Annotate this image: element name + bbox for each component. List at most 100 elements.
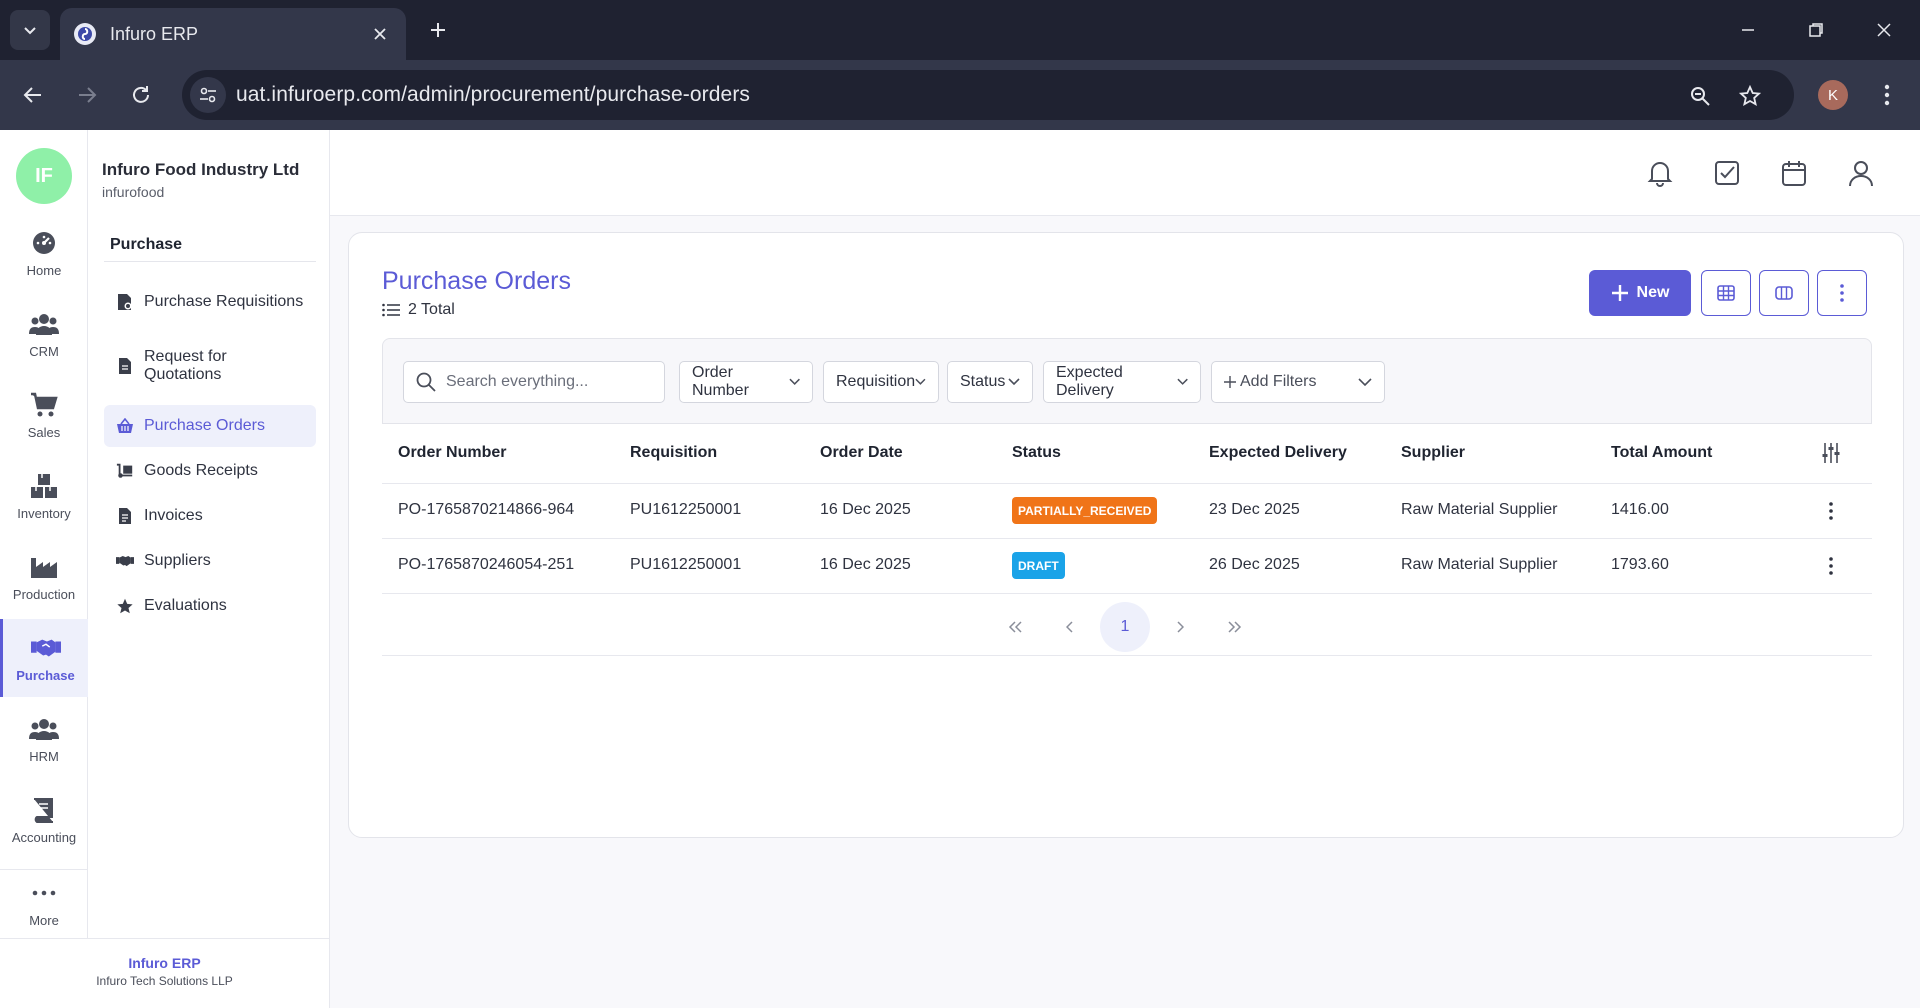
reload-icon[interactable] [122,76,160,114]
column-header-supplier[interactable]: Supplier [1401,444,1465,462]
rail-item-hrm[interactable]: HRM [0,700,88,778]
column-settings-icon[interactable] [1822,442,1840,469]
boxes-icon [29,472,59,500]
subnav-label: Purchase Orders [144,417,265,434]
new-tab-plus-icon[interactable] [422,14,454,46]
site-settings-icon[interactable] [190,77,226,113]
bell-icon[interactable] [1644,157,1676,189]
subnav-label: Request for Quotations [144,348,227,383]
subnav-item-goods-receipts[interactable]: Goods Receipts [104,450,316,492]
document-icon [116,357,134,375]
more-options-button[interactable] [1817,270,1867,316]
cell-order-number: PO-1765870214866-964 [398,501,575,518]
cell-total-amount: 1793.60 [1611,556,1669,573]
column-header-status[interactable]: Status [1012,444,1061,462]
profile-avatar[interactable]: K [1818,80,1848,110]
rail-label-purchase: Purchase [16,667,75,683]
cell-expected-delivery: 23 Dec 2025 [1209,501,1300,518]
forward-arrow-icon[interactable] [68,76,106,114]
row-actions-icon[interactable] [1818,498,1844,524]
list-icon [382,303,400,317]
star-icon [116,597,134,615]
filter-expected-delivery[interactable]: Expected Delivery [1043,361,1201,403]
filter-label: Order Number [692,364,749,399]
close-window-icon[interactable] [1860,10,1908,50]
table-view-button[interactable] [1701,270,1751,316]
chevron-down-icon [1008,378,1020,386]
org-avatar[interactable]: IF [16,148,72,204]
subnav-item-suppliers[interactable]: Suppliers [104,540,316,582]
rail-item-crm[interactable]: CRM [0,295,88,373]
previous-page-icon[interactable] [1045,602,1095,652]
dolly-icon [116,462,134,480]
cell-expected-delivery: 26 Dec 2025 [1209,556,1300,573]
total-count-text: 2 Total [408,301,455,318]
browser-tab[interactable]: Infuro ERP [60,8,406,60]
team-icon [29,715,59,743]
rail-item-accounting[interactable]: Accounting [0,781,88,859]
table-row[interactable]: PO-1765870214866-964 PU1612250001 16 Dec… [382,484,1872,539]
browser-toolbar: uat.infuroerp.com/admin/procurement/purc… [0,60,1920,130]
tab-title: Infuro ERP [110,23,199,44]
subnav-item-evaluations[interactable]: Evaluations [104,585,316,627]
add-filters-dropdown[interactable]: Add Filters [1211,361,1385,403]
column-header-order-number[interactable]: Order Number [398,444,506,462]
column-header-total-amount[interactable]: Total Amount [1611,444,1712,462]
rail-item-production[interactable]: Production [0,538,88,616]
last-page-icon[interactable] [1210,602,1260,652]
user-account-icon[interactable] [1845,157,1877,189]
rail-item-home[interactable]: Home [0,214,88,292]
browser-menu-icon[interactable] [1870,76,1904,114]
url-text[interactable]: uat.infuroerp.com/admin/procurement/purc… [236,83,750,107]
rail-label-hrm: HRM [29,748,59,764]
minimize-icon[interactable] [1724,10,1772,50]
calendar-icon[interactable] [1778,157,1810,189]
page-button-current[interactable]: 1 [1100,602,1150,652]
filter-status[interactable]: Status [947,361,1033,403]
search-icon [416,372,436,392]
purchase-subnav: Infuro Food Industry Ltd infurofood Purc… [88,130,330,938]
search-input[interactable] [446,373,646,391]
tab-close-icon[interactable] [368,22,392,46]
column-header-requisition[interactable]: Requisition [630,444,717,462]
address-bar[interactable]: uat.infuroerp.com/admin/procurement/purc… [182,70,1794,120]
filter-label: Requisition [836,373,916,390]
first-page-icon[interactable] [990,602,1040,652]
row-actions-icon[interactable] [1818,553,1844,579]
add-filters-label-wrap: Add Filters [1224,373,1316,391]
pagination: 1 [382,594,1872,656]
cell-requisition: PU1612250001 [630,501,742,518]
plus-icon [1611,285,1628,301]
subnav-item-rfq[interactable]: Request for Quotations [104,342,316,390]
subnav-item-purchase-orders[interactable]: Purchase Orders [104,405,316,447]
subnav-label: Evaluations [144,597,227,614]
rail-item-inventory[interactable]: Inventory [0,457,88,535]
tasks-checkbox-icon[interactable] [1711,157,1743,189]
cell-order-date: 16 Dec 2025 [820,556,911,573]
column-header-order-date[interactable]: Order Date [820,444,903,462]
back-arrow-icon[interactable] [14,76,52,114]
filter-requisition[interactable]: Requisition [823,361,939,403]
cart-icon [29,391,59,419]
zoom-icon[interactable] [1686,82,1714,110]
subnav-item-purchase-requisitions[interactable]: Purchase Requisitions [104,278,316,326]
rail-item-more[interactable]: More [0,864,88,942]
new-purchase-order-button[interactable]: New [1589,270,1691,316]
column-header-expected-delivery[interactable]: Expected Delivery [1209,444,1347,462]
status-badge: PARTIALLY_RECEIVED [1012,497,1158,524]
file-settings-icon [116,293,134,311]
tab-search-button[interactable] [10,10,50,50]
restore-icon[interactable] [1792,10,1840,50]
rail-item-sales[interactable]: Sales [0,376,88,454]
table-row[interactable]: PO-1765870246054-251 PU1612250001 16 Dec… [382,539,1872,594]
columns-view-button[interactable] [1759,270,1809,316]
rail-label-accounting: Accounting [11,829,77,845]
cell-total-amount: 1416.00 [1611,501,1669,518]
next-page-icon[interactable] [1155,602,1205,652]
rail-item-purchase[interactable]: Purchase [0,619,88,697]
search-box[interactable] [403,361,665,403]
filter-order-number[interactable]: Order Number [679,361,813,403]
subnav-item-invoices[interactable]: Invoices [104,495,316,537]
bookmark-star-icon[interactable] [1736,82,1764,110]
users-icon [29,310,59,338]
